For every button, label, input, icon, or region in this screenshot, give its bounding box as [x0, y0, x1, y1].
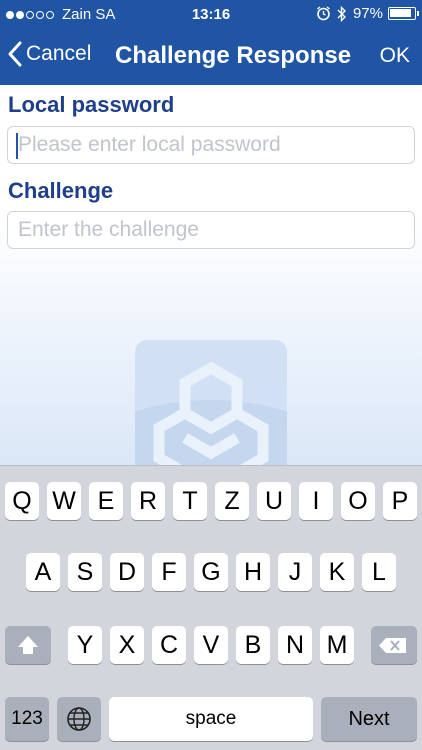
cancel-button[interactable]: Cancel: [8, 41, 91, 67]
key-e[interactable]: E: [89, 482, 123, 520]
next-key[interactable]: Next: [321, 697, 417, 741]
battery-percent: 97%: [352, 5, 383, 22]
key-b[interactable]: B: [236, 626, 270, 664]
key-l[interactable]: L: [362, 553, 396, 591]
globe-key[interactable]: [57, 697, 101, 741]
key-s[interactable]: S: [68, 553, 102, 591]
status-right: 97%: [316, 5, 419, 22]
challenge-field[interactable]: [7, 211, 415, 249]
key-k[interactable]: K: [320, 553, 354, 591]
key-v[interactable]: V: [194, 626, 228, 664]
navigation-bar: Cancel Challenge Response OK: [0, 30, 422, 85]
key-n[interactable]: N: [278, 626, 312, 664]
key-h[interactable]: H: [236, 553, 270, 591]
key-m[interactable]: M: [320, 626, 354, 664]
challenge-label: Challenge: [8, 178, 114, 203]
form-area: Local password Challenge: [0, 85, 422, 470]
on-screen-keyboard: Q W E R T Z U I O P A S D F G H J K L Y …: [0, 465, 422, 750]
status-bar: Zain SA 13:16 97%: [0, 0, 422, 30]
key-i[interactable]: I: [299, 482, 333, 520]
key-j[interactable]: J: [278, 553, 312, 591]
key-w[interactable]: W: [47, 482, 81, 520]
battery-icon: [388, 7, 419, 20]
local-password-field[interactable]: [7, 126, 415, 164]
globe-icon: [67, 707, 91, 731]
page-title: Challenge Response: [115, 42, 352, 69]
numbers-key[interactable]: 123: [5, 697, 49, 741]
key-d[interactable]: D: [110, 553, 144, 591]
alarm-icon: [317, 6, 330, 21]
key-p[interactable]: P: [383, 482, 417, 520]
key-g[interactable]: G: [194, 553, 228, 591]
key-a[interactable]: A: [26, 553, 60, 591]
key-q[interactable]: Q: [5, 482, 39, 520]
key-z[interactable]: Z: [215, 482, 249, 520]
chevron-left-icon: [8, 41, 22, 67]
key-c[interactable]: C: [152, 626, 186, 664]
key-x[interactable]: X: [110, 626, 144, 664]
key-f[interactable]: F: [152, 553, 186, 591]
shift-key[interactable]: [5, 626, 51, 664]
key-t[interactable]: T: [173, 482, 207, 520]
text-caret: [16, 133, 18, 159]
key-o[interactable]: O: [341, 482, 375, 520]
bluetooth-icon: [337, 5, 346, 22]
key-u[interactable]: U: [257, 482, 291, 520]
key-y[interactable]: Y: [68, 626, 102, 664]
app-logo-watermark: [135, 340, 287, 470]
key-r[interactable]: R: [131, 482, 165, 520]
space-key[interactable]: space: [109, 697, 313, 741]
cancel-label: Cancel: [26, 42, 92, 65]
backspace-key[interactable]: [371, 626, 417, 664]
ok-button[interactable]: OK: [380, 44, 410, 68]
backspace-icon: [379, 638, 406, 653]
shift-arrow-icon: [18, 636, 38, 654]
password-label: Local password: [8, 92, 175, 117]
